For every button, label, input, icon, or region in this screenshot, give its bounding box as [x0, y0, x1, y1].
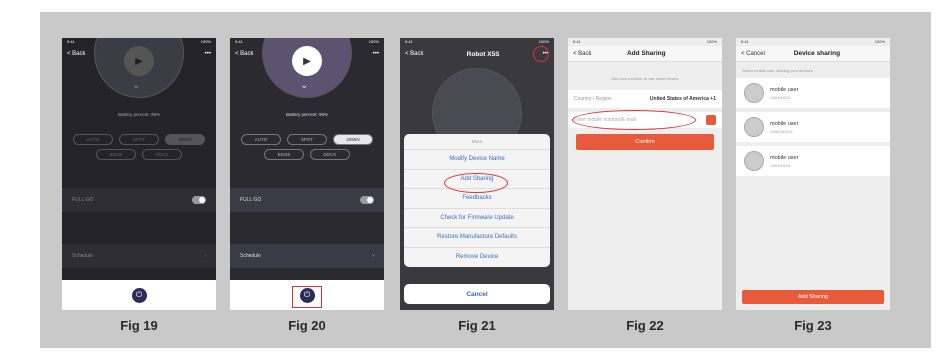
mode-dock[interactable]: DOCK — [142, 149, 182, 160]
more-button[interactable]: ••• — [205, 51, 211, 57]
phone-fig21: 9:41 100% < Back Robot X5S ••• More Modify … — [400, 38, 554, 310]
power-icon[interactable]: ⏻ — [131, 287, 147, 303]
status-bar: 9:41 100% — [400, 38, 554, 46]
avatar — [744, 151, 764, 171]
status-battery: 100% — [874, 39, 885, 44]
battery-text: Battery percent: 99% — [285, 112, 329, 117]
back-button[interactable]: < Back — [235, 51, 254, 57]
battery-text: Battery percent: 99% — [117, 112, 161, 117]
mode-20min[interactable]: 20MIN — [165, 134, 205, 145]
status-time: 9:41 — [741, 39, 749, 44]
user-sub: 13XXXXXX — [770, 162, 791, 168]
status-time: 9:41 — [405, 39, 413, 44]
back-button[interactable]: < Back — [405, 51, 424, 57]
schedule-label: Schedule — [240, 253, 261, 259]
status-battery: 100% — [538, 39, 549, 44]
mode-auto[interactable]: AUTO — [241, 134, 281, 145]
caption-fig23: Fig 23 — [794, 318, 832, 333]
highlight-oval — [444, 173, 508, 193]
menu-item-modify-name[interactable]: Modify Device Name — [404, 150, 550, 170]
menu-item-restore-defaults[interactable]: Restore Manufacture Defaults — [404, 228, 550, 248]
user-row[interactable]: mobile user 13XXXXXX — [736, 146, 890, 176]
status-battery: 100% — [368, 39, 379, 44]
schedule-label: Schedule — [72, 253, 93, 259]
mode-spot[interactable]: SPOT — [119, 134, 159, 145]
nav-bar: < BackRobot X5S••• — [400, 46, 554, 62]
back-button[interactable]: < Back — [573, 51, 592, 57]
chevron-right-icon: › — [372, 253, 374, 259]
country-row[interactable]: Country / Region United States of Americ… — [568, 90, 722, 108]
full-go-toggle[interactable] — [192, 196, 206, 204]
menu-item-remove-device[interactable]: Remove Device — [404, 248, 550, 268]
schedule-row[interactable]: Schedule › — [230, 244, 384, 268]
chevron-down-icon[interactable]: ⌄ — [132, 80, 140, 91]
full-go-label: FULL GO — [240, 197, 262, 203]
user-name: mobile user — [770, 154, 799, 161]
menu-item-firmware-update[interactable]: Check for Firmware Update — [404, 209, 550, 228]
cancel-button[interactable]: < Cancel — [741, 51, 765, 57]
page-title: Device sharing — [793, 50, 841, 57]
avatar — [744, 117, 764, 137]
full-go-label: FULL GO — [72, 197, 94, 203]
caption-fig22: Fig 22 — [626, 318, 664, 333]
user-name: mobile user — [770, 86, 799, 93]
highlight-oval — [572, 110, 696, 130]
caption-fig21: Fig 21 — [458, 318, 496, 333]
user-name: mobile user — [770, 120, 799, 127]
full-go-row: FULL GO — [62, 188, 216, 212]
mode-edge[interactable]: EDGE — [264, 149, 304, 160]
schedule-row[interactable]: Schedule › — [62, 244, 216, 268]
mode-20min[interactable]: 20MIN — [333, 134, 373, 145]
add-sharing-button[interactable]: Add Sharing — [742, 290, 884, 304]
confirm-button[interactable]: Confirm — [576, 134, 714, 150]
caption-fig20: Fig 20 — [288, 318, 326, 333]
status-bar: 9:41 100% — [736, 38, 890, 46]
full-go-toggle[interactable] — [360, 196, 374, 204]
status-battery: 100% — [200, 39, 211, 44]
mode-auto[interactable]: AUTO — [73, 134, 113, 145]
sheet-header: More — [404, 134, 550, 150]
nav-bar: < Back Add Sharing — [568, 46, 722, 62]
status-time: 9:41 — [235, 39, 243, 44]
country-label: Country / Region — [574, 96, 612, 102]
cancel-button[interactable]: Cancel — [404, 284, 550, 304]
mode-buttons: AUTO SPOT 20MIN EDGE DOCK — [70, 134, 208, 160]
mode-dock[interactable]: DOCK — [310, 149, 350, 160]
status-time: 9:41 — [573, 39, 581, 44]
status-time: 9:41 — [67, 39, 75, 44]
mode-buttons: AUTO SPOT 20MIN EDGE DOCK — [238, 134, 376, 160]
hint-text: Add new member to use smart device — [611, 76, 679, 81]
play-icon[interactable]: ▶ — [292, 46, 322, 76]
avatar — [744, 83, 764, 103]
mode-edge[interactable]: EDGE — [96, 149, 136, 160]
phone-fig22: 9:41 100% < Back Add Sharing Add new membe… — [568, 38, 722, 310]
caption-fig19: Fig 19 — [120, 318, 158, 333]
user-row[interactable]: mobile user 13XXXXXX — [736, 78, 890, 108]
nav-bar: < Cancel Device sharing — [736, 46, 890, 62]
phone-fig23: 9:41 100% < Cancel Device sharing Select m… — [736, 38, 890, 310]
back-button[interactable]: < Back — [67, 51, 86, 57]
phone-fig19: 9:41100% < BackRobot X5S••• ▶ ⌄ Battery … — [62, 38, 216, 310]
page-title: Add Sharing — [626, 50, 666, 57]
page-title: Robot X5S — [466, 50, 500, 58]
highlight-box — [292, 286, 322, 308]
footer: ⏻ — [62, 280, 216, 310]
status-bar: 9:41 100% — [568, 38, 722, 46]
phone-fig20: 9:41100% < BackRobot X5S••• ▶ ⌄ Battery … — [230, 38, 384, 310]
chevron-right-icon: › — [204, 253, 206, 259]
country-value: United States of America +1 — [649, 96, 716, 102]
user-sub: 139XXXXXX — [770, 128, 793, 134]
more-button[interactable]: ••• — [373, 51, 379, 57]
status-battery: 100% — [706, 39, 717, 44]
hint-text: Select mobile user sharing your devices — [742, 68, 813, 73]
user-sub: 13XXXXXX — [770, 94, 791, 100]
mode-spot[interactable]: SPOT — [287, 134, 327, 145]
full-go-row: FULL GO — [230, 188, 384, 212]
chevron-down-icon[interactable]: ⌄ — [300, 80, 308, 91]
play-icon[interactable]: ▶ — [124, 46, 154, 76]
action-sheet: More Modify Device Name Add Sharing Feed… — [404, 134, 550, 267]
user-row[interactable]: mobile user 139XXXXXX — [736, 112, 890, 142]
highlight-circle — [533, 46, 549, 62]
contacts-icon[interactable] — [706, 115, 716, 125]
